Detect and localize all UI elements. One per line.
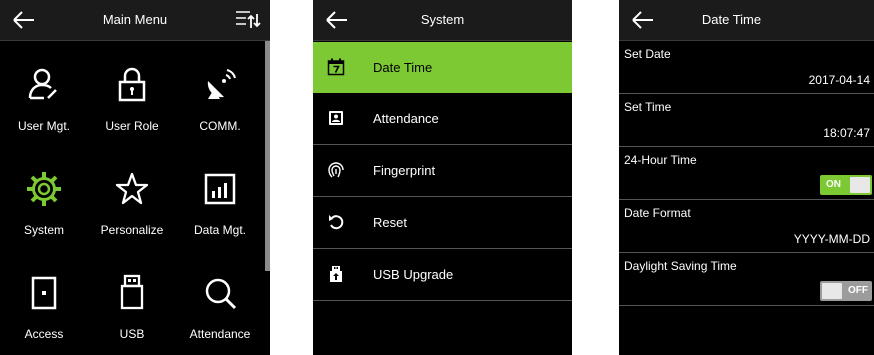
- toggle-knob: [822, 283, 842, 299]
- date-format-value: YYYY-MM-DD: [793, 232, 870, 246]
- dst-toggle[interactable]: OFF: [820, 281, 872, 301]
- system-item-label: Reset: [373, 215, 407, 230]
- calendar-icon: [327, 58, 345, 76]
- menu-item-personalize[interactable]: Personalize: [88, 145, 176, 249]
- menu-item-attendance[interactable]: Attendance: [176, 249, 264, 353]
- page-title: Main Menu: [102, 12, 168, 27]
- system-item-label: Attendance: [373, 111, 439, 126]
- menu-item-label: User Role: [105, 119, 159, 133]
- date-time-screen: Date Time Set Date 2017-04-14 Set Time 1…: [619, 0, 874, 355]
- fingerprint-icon: [328, 162, 344, 178]
- menu-item-label: User Mgt.: [17, 119, 70, 133]
- menu-item-system[interactable]: System: [0, 145, 88, 249]
- system-item-date-time[interactable]: Date Time: [313, 42, 572, 93]
- attendance-search-icon: [205, 278, 237, 310]
- menu-item-user-mgt[interactable]: User Mgt.: [0, 41, 88, 145]
- hour24-row: 24-Hour Time ON: [619, 147, 874, 200]
- system-gear-icon: [27, 172, 61, 206]
- system-item-usb-upgrade[interactable]: USB Upgrade: [313, 249, 572, 301]
- menu-item-label: Data Mgt.: [193, 223, 247, 237]
- hour24-label: 24-Hour Time: [624, 153, 697, 167]
- hour24-toggle[interactable]: ON: [820, 175, 872, 195]
- comm-icon: [207, 69, 236, 99]
- system-item-fingerprint[interactable]: Fingerprint: [313, 145, 572, 197]
- system-item-label: USB Upgrade: [373, 267, 454, 282]
- menu-item-label: COMM.: [199, 119, 241, 133]
- main-menu-header: Main Menu: [0, 0, 270, 41]
- user-mgt-icon: [28, 68, 57, 100]
- usb-icon: [120, 274, 144, 310]
- menu-item-usb[interactable]: USB: [88, 249, 176, 353]
- dst-row: Daylight Saving Time OFF: [619, 253, 874, 306]
- scrollbar[interactable]: [265, 41, 270, 271]
- menu-item-label: USB: [119, 327, 145, 341]
- main-menu-screen: Main Menu User Mgt. User Role COMM. Syst…: [0, 0, 270, 355]
- menu-item-access[interactable]: Access: [0, 249, 88, 353]
- personalize-star-icon: [115, 172, 149, 205]
- set-time-label: Set Time: [624, 100, 672, 114]
- page-title: System: [420, 12, 465, 27]
- set-time-row[interactable]: Set Time 18:07:47: [619, 94, 874, 147]
- toggle-knob: [850, 177, 870, 193]
- access-door-icon: [31, 276, 57, 310]
- menu-item-label: System: [23, 223, 64, 237]
- date-time-header: Date Time: [619, 0, 874, 41]
- set-date-value: 2017-04-14: [808, 73, 870, 87]
- system-header: System: [313, 0, 572, 41]
- usb-upgrade-icon: [330, 266, 342, 282]
- system-item-attendance[interactable]: Attendance: [313, 93, 572, 145]
- reset-icon: [329, 215, 344, 230]
- system-item-reset[interactable]: Reset: [313, 197, 572, 249]
- attendance-icon: [329, 111, 343, 125]
- menu-item-label: Attendance: [189, 327, 251, 341]
- date-format-row[interactable]: Date Format YYYY-MM-DD: [619, 200, 874, 253]
- menu-item-label: Access: [24, 327, 64, 341]
- sort-icon[interactable]: [234, 8, 262, 32]
- set-date-label: Set Date: [624, 47, 671, 61]
- toggle-state: ON: [826, 179, 841, 190]
- date-format-label: Date Format: [624, 206, 691, 220]
- menu-item-comm[interactable]: COMM.: [176, 41, 264, 145]
- system-item-label: Fingerprint: [373, 163, 436, 178]
- set-time-value: 18:07:47: [823, 126, 870, 140]
- data-mgt-icon: [204, 173, 236, 205]
- menu-item-label: Personalize: [100, 223, 164, 237]
- page-title: Date Time: [701, 12, 762, 27]
- system-screen: System Date Time Attendance Fingerprint …: [313, 0, 572, 355]
- menu-item-data-mgt[interactable]: Data Mgt.: [176, 145, 264, 249]
- set-date-row[interactable]: Set Date 2017-04-14: [619, 41, 874, 94]
- toggle-state: OFF: [848, 285, 868, 296]
- dst-label: Daylight Saving Time: [624, 259, 737, 273]
- user-role-icon: [118, 67, 146, 102]
- menu-item-user-role[interactable]: User Role: [88, 41, 176, 145]
- system-item-label: Date Time: [373, 60, 433, 75]
